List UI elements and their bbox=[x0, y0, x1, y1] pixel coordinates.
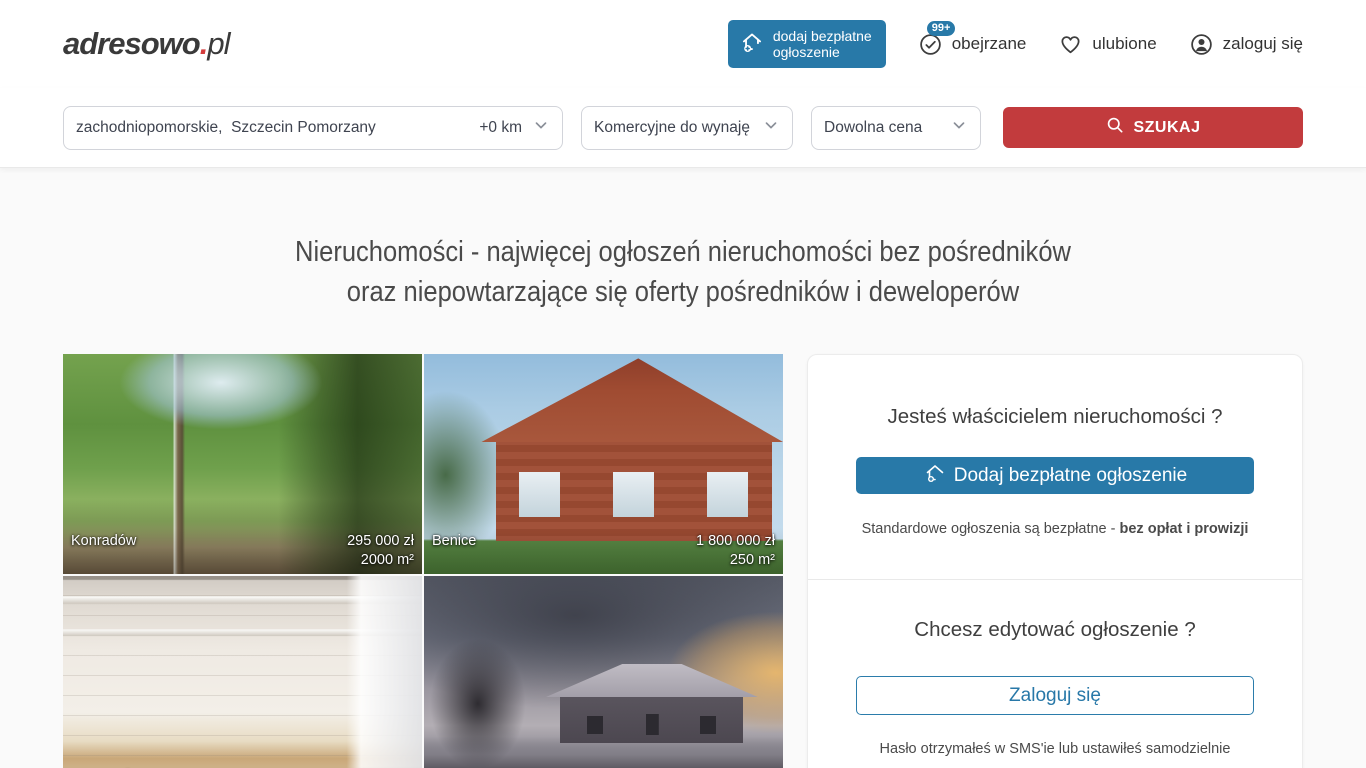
owner-section: Jesteś właścicielem nieruchomości ? Doda… bbox=[808, 355, 1302, 579]
login-button[interactable]: Zaloguj się bbox=[856, 676, 1254, 715]
edit-note: Hasło otrzymałeś w SMS'ie lub ustawiłeś … bbox=[856, 741, 1254, 757]
login-link[interactable]: zaloguj się bbox=[1189, 32, 1303, 57]
listing-area: 250 m² bbox=[730, 552, 775, 568]
logo[interactable]: adresowo.pl bbox=[63, 26, 229, 62]
listing-photo bbox=[63, 576, 422, 768]
add-listing-label: dodaj bezpłatne ogłoszenie bbox=[773, 28, 872, 60]
add-free-listing-label: Dodaj bezpłatne ogłoszenie bbox=[954, 465, 1187, 487]
listing-price: 1 800 000 zł bbox=[696, 533, 775, 549]
header: adresowo.pl dodaj bezpłatne ogłoszenie 9… bbox=[0, 0, 1366, 88]
listing-name: Konradów bbox=[71, 533, 136, 549]
page-title: Nieruchomości - najwięcej ogłoszeń nieru… bbox=[63, 168, 1303, 354]
listing-meta: Konradów 295 000 zł 2000 m² bbox=[63, 528, 422, 574]
listings-grid: Konradów 295 000 zł 2000 m² Benice 1 800… bbox=[63, 354, 783, 768]
add-free-listing-button[interactable]: Dodaj bezpłatne ogłoszenie bbox=[856, 457, 1254, 494]
listing-card-konradow[interactable]: Konradów 295 000 zł 2000 m² bbox=[63, 354, 422, 574]
listing-card-gliwice[interactable]: Gliwice Śródmieście, ul. 615 000 zł bbox=[63, 576, 422, 768]
owner-panel: Jesteś właścicielem nieruchomości ? Doda… bbox=[807, 354, 1303, 768]
owner-title: Jesteś właścicielem nieruchomości ? bbox=[856, 405, 1254, 429]
category-value: Komercyjne do wynaję bbox=[594, 119, 762, 137]
viewed-badge: 99+ bbox=[927, 21, 956, 36]
radius-value[interactable]: +0 km bbox=[479, 119, 522, 137]
login-label: zaloguj się bbox=[1223, 34, 1303, 54]
user-icon bbox=[1189, 32, 1214, 57]
search-icon bbox=[1105, 115, 1125, 140]
add-listing-button[interactable]: dodaj bezpłatne ogłoszenie bbox=[728, 20, 886, 68]
listing-card-zalesie[interactable]: Zalesie 1 100 000 zł bbox=[424, 576, 783, 768]
logo-name: adresowo bbox=[63, 26, 200, 61]
viewed-label: obejrzane bbox=[952, 34, 1027, 54]
favorites-link[interactable]: ulubione bbox=[1058, 32, 1156, 57]
page-title-line2: oraz niepowtarzające się oferty pośredni… bbox=[137, 272, 1228, 312]
listing-card-benice[interactable]: Benice 1 800 000 zł 250 m² bbox=[424, 354, 783, 574]
header-nav: dodaj bezpłatne ogłoszenie 99+ obejrzane… bbox=[728, 20, 1303, 68]
listing-meta: Benice 1 800 000 zł 250 m² bbox=[424, 528, 783, 574]
edit-section: Chcesz edytować ogłoszenie ? Zaloguj się… bbox=[808, 579, 1302, 768]
favorites-label: ulubione bbox=[1092, 34, 1156, 54]
category-select[interactable]: Komercyjne do wynaję bbox=[581, 106, 793, 150]
owner-note: Standardowe ogłoszenia są bezpłatne - be… bbox=[856, 521, 1254, 537]
search-bar: +0 km Komercyjne do wynaję Dowolna cena … bbox=[0, 88, 1366, 168]
location-field[interactable]: +0 km bbox=[63, 106, 563, 150]
edit-title: Chcesz edytować ogłoszenie ? bbox=[856, 618, 1254, 642]
listing-name: Benice bbox=[432, 533, 476, 549]
search-button-label: SZUKAJ bbox=[1133, 119, 1200, 137]
chevron-down-icon[interactable] bbox=[532, 116, 550, 139]
logo-tld: pl bbox=[207, 26, 229, 61]
house-plus-icon bbox=[923, 461, 947, 491]
listing-area: 2000 m² bbox=[361, 552, 414, 568]
house-plus-icon bbox=[739, 29, 765, 58]
location-input[interactable] bbox=[76, 119, 473, 137]
page-title-line1: Nieruchomości - najwięcej ogłoszeń nieru… bbox=[137, 232, 1228, 272]
heart-icon bbox=[1058, 32, 1083, 57]
chevron-down-icon bbox=[950, 116, 968, 139]
price-value: Dowolna cena bbox=[824, 119, 950, 137]
viewed-link[interactable]: 99+ obejrzane bbox=[918, 32, 1027, 57]
main-content: Nieruchomości - najwięcej ogłoszeń nieru… bbox=[0, 168, 1366, 768]
listing-price: 295 000 zł bbox=[347, 533, 414, 549]
chevron-down-icon bbox=[762, 116, 780, 139]
price-select[interactable]: Dowolna cena bbox=[811, 106, 981, 150]
search-button[interactable]: SZUKAJ bbox=[1003, 107, 1303, 148]
listing-photo bbox=[424, 576, 783, 768]
